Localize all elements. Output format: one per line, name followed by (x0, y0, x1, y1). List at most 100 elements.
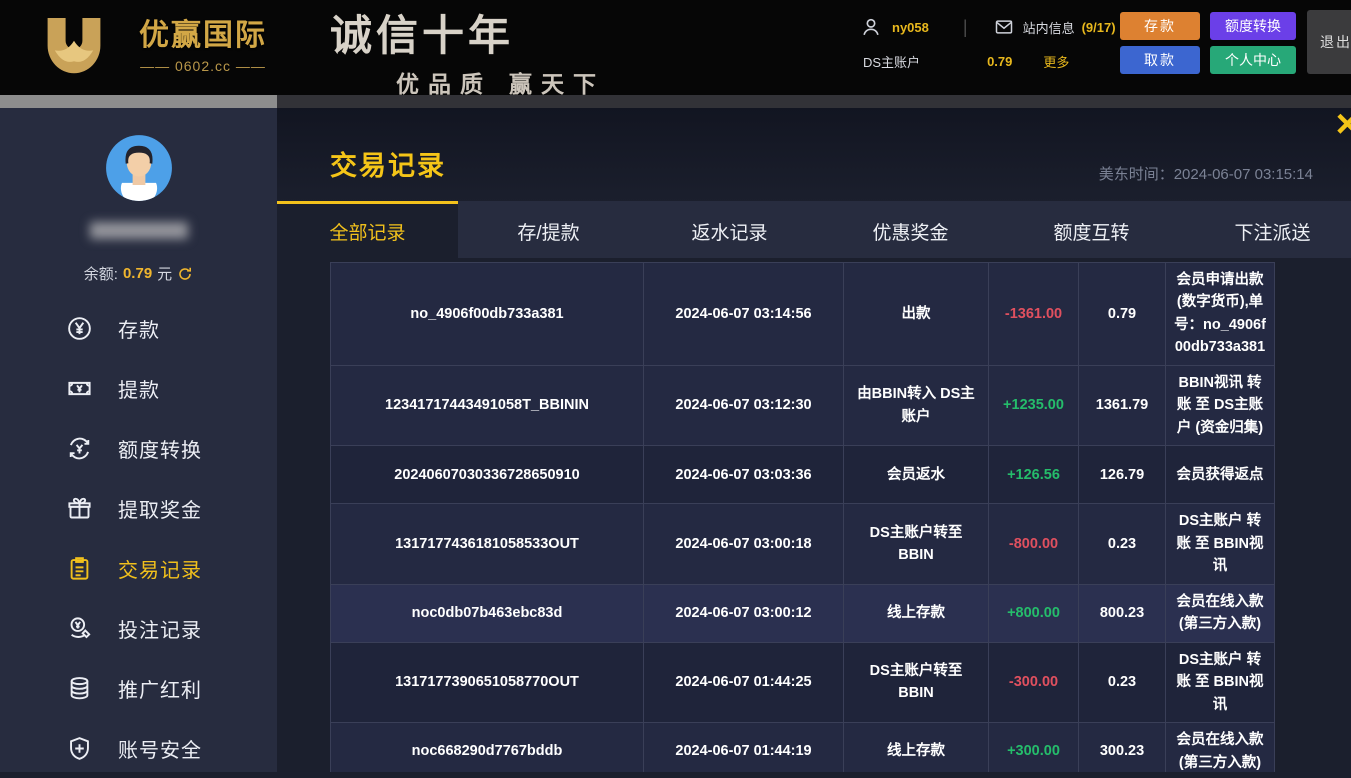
cell-time: 2024-06-07 03:12:30 (643, 366, 843, 445)
cell-type: 会员返水 (843, 446, 988, 503)
sidebar-item-account-security[interactable]: 账号安全 (0, 718, 277, 778)
sidebar-item-label: 推广红利 (118, 674, 202, 703)
cell-amount: -800.00 (988, 504, 1078, 583)
sidebar-item-bet-records[interactable]: 投注记录 (0, 598, 277, 658)
cell-order-id: 20240607030336728650910 (330, 446, 643, 503)
cell-remark: DS主账户 转账 至 BBIN视讯 (1165, 643, 1275, 722)
deposit-button[interactable]: 存款 (1120, 12, 1200, 40)
cell-balance: 800.23 (1078, 585, 1165, 642)
cell-time: 2024-06-07 01:44:25 (643, 643, 843, 722)
cell-amount: +300.00 (988, 723, 1078, 772)
sidebar-item-withdraw[interactable]: 提款 (0, 358, 277, 418)
sidebar-item-deposit[interactable]: 存款 (0, 298, 277, 358)
gift-icon (66, 495, 93, 522)
transaction-row[interactable]: 1317177390651058770OUT2024-06-07 01:44:2… (330, 643, 1275, 723)
cell-balance: 1361.79 (1078, 366, 1165, 445)
messages-label[interactable]: 站内信息 (1023, 18, 1075, 37)
sidebar-item-quota-exchange[interactable]: 额度转换 (0, 418, 277, 478)
timezone-label: 美东时间： (1099, 166, 1174, 183)
username: ny058 (892, 20, 929, 35)
person-icon (860, 16, 882, 38)
cell-time: 2024-06-07 03:00:18 (643, 504, 843, 583)
cell-order-id: noc0db07b463ebc83d (330, 585, 643, 642)
messages-icon[interactable] (994, 17, 1014, 37)
cell-remark: BBIN视讯 转账 至 DS主账户 (资金归集) (1165, 366, 1275, 445)
yen-coin-icon (66, 315, 93, 342)
brand-text: 优赢国际 —— 0602.cc —— (118, 10, 288, 74)
transaction-records-panel: × 交易记录 美东时间：2024-06-07 03:15:14 全部记录存/提款… (277, 108, 1351, 772)
cell-balance: 126.79 (1078, 446, 1165, 503)
cell-balance: 0.23 (1078, 643, 1165, 722)
balance-row: 余额: 0.79 元 (0, 263, 277, 284)
close-icon[interactable]: × (1336, 104, 1351, 144)
cell-amount: +800.00 (988, 585, 1078, 642)
cell-balance: 300.23 (1078, 723, 1165, 772)
tab-promo-bonus[interactable]: 优惠奖金 (820, 201, 1001, 258)
balance-label: 余额: (84, 263, 118, 284)
cell-balance: 0.23 (1078, 504, 1165, 583)
cell-order-id: 12341717443491058T_BBININ (330, 366, 643, 445)
cell-type: 出款 (843, 263, 988, 365)
page-title: 交易记录 (330, 144, 446, 183)
cell-remark: 会员获得返点 (1165, 446, 1275, 503)
tab-deposit-withdraw[interactable]: 存/提款 (458, 201, 639, 258)
tab-quota-transfer[interactable]: 额度互转 (1001, 201, 1182, 258)
server-time: 美东时间：2024-06-07 03:15:14 (1099, 163, 1313, 184)
cell-order-id: noc668290d7767bddb (330, 723, 643, 772)
balance-unit: 元 (157, 263, 172, 284)
cell-remark: 会员申请出款(数字货币),单号：no_4906f00db733a381 (1165, 263, 1275, 365)
transaction-row[interactable]: noc0db07b463ebc83d2024-06-07 03:00:12线上存… (330, 585, 1275, 643)
transaction-row[interactable]: 202406070303367286509102024-06-07 03:03:… (330, 446, 1275, 504)
transaction-row[interactable]: noc668290d7767bddb2024-06-07 01:44:19线上存… (330, 723, 1275, 772)
sidebar-item-label: 投注记录 (118, 614, 202, 643)
cell-remark: DS主账户 转账 至 BBIN视讯 (1165, 504, 1275, 583)
balance-value: 0.79 (123, 265, 152, 282)
logout-button[interactable]: 退出 (1307, 10, 1351, 74)
username-redacted (90, 222, 188, 239)
transaction-row[interactable]: 12341717443491058T_BBININ2024-06-07 03:1… (330, 366, 1275, 446)
sidebar-item-label: 交易记录 (118, 554, 202, 583)
transaction-row[interactable]: no_4906f00db733a3812024-06-07 03:14:56出款… (330, 262, 1275, 366)
wallet-more-link[interactable]: 更多 (1043, 52, 1069, 71)
wallet-label: DS主账户 (863, 52, 920, 71)
quota-exchange-button[interactable]: 额度转换 (1210, 12, 1296, 40)
profile-button[interactable]: 个人中心 (1210, 46, 1296, 74)
cell-type: 线上存款 (843, 723, 988, 772)
cell-balance: 0.79 (1078, 263, 1165, 365)
bet-coin-icon (66, 615, 93, 642)
withdraw-button[interactable]: 取款 (1120, 46, 1200, 74)
cell-type: 线上存款 (843, 585, 988, 642)
tab-rebate-records[interactable]: 返水记录 (639, 201, 820, 258)
cell-time: 2024-06-07 01:44:19 (643, 723, 843, 772)
sidebar-item-label: 提取奖金 (118, 494, 202, 523)
tab-bet-rewards[interactable]: 下注派送 (1182, 201, 1351, 258)
brand-logo-icon (38, 10, 110, 86)
brand-domain: —— 0602.cc —— (118, 58, 288, 74)
wallet-balance: 0.79 (987, 54, 1012, 69)
sidebar: 余额: 0.79 元 存款提款额度转换提取奖金交易记录投注记录推广红利账号安全 (0, 108, 277, 772)
cell-time: 2024-06-07 03:14:56 (643, 263, 843, 365)
cell-order-id: no_4906f00db733a381 (330, 263, 643, 365)
header-divider: | (963, 17, 968, 38)
refresh-icon[interactable] (177, 266, 193, 282)
sidebar-menu: 存款提款额度转换提取奖金交易记录投注记录推广红利账号安全 (0, 298, 277, 778)
page-strip-left (0, 95, 277, 108)
coins-icon (66, 675, 93, 702)
banknote-icon (66, 375, 93, 402)
wallet-row: DS主账户 0.79 更多 (863, 52, 1093, 71)
cell-remark: 会员在线入款(第三方入款) (1165, 723, 1275, 772)
cell-order-id: 1317177390651058770OUT (330, 643, 643, 722)
sidebar-item-label: 提款 (118, 374, 160, 403)
tab-all-records[interactable]: 全部记录 (277, 201, 458, 258)
sidebar-item-label: 存款 (118, 314, 160, 343)
sidebar-item-claim-bonus[interactable]: 提取奖金 (0, 478, 277, 538)
transaction-row[interactable]: 1317177436181058533OUT2024-06-07 03:00:1… (330, 504, 1275, 584)
user-info-row: ny058 | 站内信息 (9/17) (860, 15, 1116, 39)
transactions-table: no_4906f00db733a3812024-06-07 03:14:56出款… (330, 262, 1275, 772)
brand-name: 优赢国际 (118, 10, 288, 54)
cell-type: DS主账户转至 BBIN (843, 504, 988, 583)
sidebar-item-promo-bonus[interactable]: 推广红利 (0, 658, 277, 718)
cell-time: 2024-06-07 03:03:36 (643, 446, 843, 503)
cell-type: DS主账户转至 BBIN (843, 643, 988, 722)
sidebar-item-transaction-records[interactable]: 交易记录 (0, 538, 277, 598)
